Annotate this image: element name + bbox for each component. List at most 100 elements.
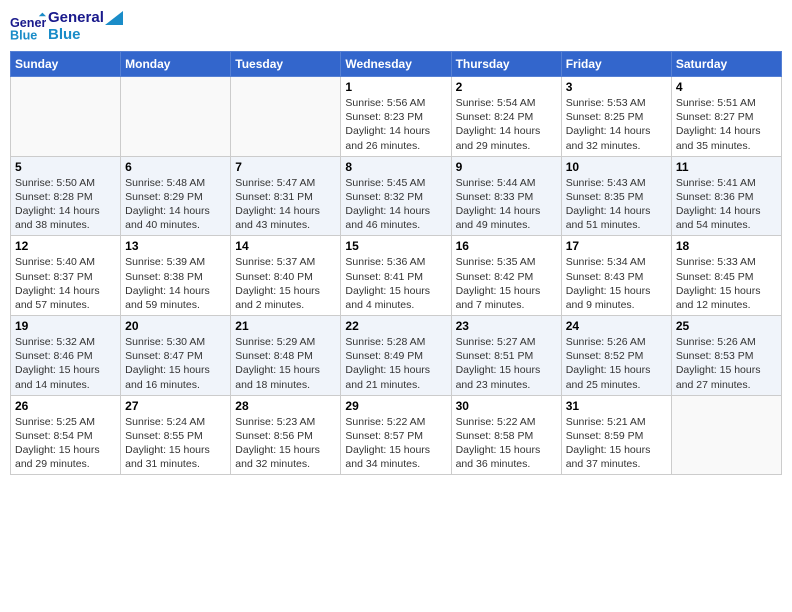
day-number: 7 <box>235 160 336 174</box>
calendar-cell: 29 Sunrise: 5:22 AMSunset: 8:57 PMDayligh… <box>341 395 451 475</box>
calendar-header-tuesday: Tuesday <box>231 52 341 77</box>
day-number: 30 <box>456 399 557 413</box>
calendar-table: SundayMondayTuesdayWednesdayThursdayFrid… <box>10 51 782 475</box>
calendar-cell: 18 Sunrise: 5:33 AMSunset: 8:45 PMDayligh… <box>671 236 781 316</box>
calendar-cell: 20Sunrise: 5:30 AMSunset: 8:47 PMDayligh… <box>121 316 231 396</box>
day-number: 18 <box>676 239 777 253</box>
day-info: Sunrise: 5:48 AMSunset: 8:29 PMDaylight:… <box>125 176 226 233</box>
calendar-cell: 22 Sunrise: 5:28 AMSunset: 8:49 PMDayligh… <box>341 316 451 396</box>
calendar-cell: 23 Sunrise: 5:27 AMSunset: 8:51 PMDayligh… <box>451 316 561 396</box>
day-number: 12 <box>15 239 116 253</box>
calendar-cell: 31 Sunrise: 5:21 AMSunset: 8:59 PMDayligh… <box>561 395 671 475</box>
logo-blue: Blue <box>48 27 123 44</box>
calendar-header-sunday: Sunday <box>11 52 121 77</box>
day-number: 19 <box>15 319 116 333</box>
day-info: Sunrise: 5:21 AMSunset: 8:59 PMDaylight:… <box>566 415 667 472</box>
day-number: 27 <box>125 399 226 413</box>
calendar-cell: 21Sunrise: 5:29 AMSunset: 8:48 PMDayligh… <box>231 316 341 396</box>
day-number: 26 <box>15 399 116 413</box>
logo-icon: General Blue <box>10 12 46 42</box>
day-info: Sunrise: 5:39 AMSunset: 8:38 PMDaylight:… <box>125 255 226 312</box>
calendar-header-saturday: Saturday <box>671 52 781 77</box>
day-info: Sunrise: 5:43 AMSunset: 8:35 PMDaylight:… <box>566 176 667 233</box>
calendar-week-row: 12 Sunrise: 5:40 AMSunset: 8:37 PMDayligh… <box>11 236 782 316</box>
day-info: Sunrise: 5:23 AMSunset: 8:56 PMDaylight:… <box>235 415 336 472</box>
calendar-cell: 24 Sunrise: 5:26 AMSunset: 8:52 PMDayligh… <box>561 316 671 396</box>
day-number: 11 <box>676 160 777 174</box>
calendar-cell: 17 Sunrise: 5:34 AMSunset: 8:43 PMDayligh… <box>561 236 671 316</box>
day-number: 2 <box>456 80 557 94</box>
calendar-week-row: 19Sunrise: 5:32 AMSunset: 8:46 PMDayligh… <box>11 316 782 396</box>
day-number: 15 <box>345 239 446 253</box>
day-number: 29 <box>345 399 446 413</box>
calendar-cell: 12 Sunrise: 5:40 AMSunset: 8:37 PMDayligh… <box>11 236 121 316</box>
calendar-cell: 19Sunrise: 5:32 AMSunset: 8:46 PMDayligh… <box>11 316 121 396</box>
calendar-cell: 28 Sunrise: 5:23 AMSunset: 8:56 PMDayligh… <box>231 395 341 475</box>
day-info: Sunrise: 5:51 AMSunset: 8:27 PMDaylight:… <box>676 96 777 153</box>
day-info: Sunrise: 5:36 AMSunset: 8:41 PMDaylight:… <box>345 255 446 312</box>
day-info: Sunrise: 5:56 AMSunset: 8:23 PMDaylight:… <box>345 96 446 153</box>
day-info: Sunrise: 5:45 AMSunset: 8:32 PMDaylight:… <box>345 176 446 233</box>
day-number: 9 <box>456 160 557 174</box>
calendar-cell: 7 Sunrise: 5:47 AMSunset: 8:31 PMDaylight… <box>231 156 341 236</box>
calendar-cell: 25 Sunrise: 5:26 AMSunset: 8:53 PMDayligh… <box>671 316 781 396</box>
calendar-cell: 6 Sunrise: 5:48 AMSunset: 8:29 PMDaylight… <box>121 156 231 236</box>
calendar-cell: 11 Sunrise: 5:41 AMSunset: 8:36 PMDayligh… <box>671 156 781 236</box>
day-info: Sunrise: 5:26 AMSunset: 8:52 PMDaylight:… <box>566 335 667 392</box>
calendar-cell: 15 Sunrise: 5:36 AMSunset: 8:41 PMDayligh… <box>341 236 451 316</box>
calendar-header-thursday: Thursday <box>451 52 561 77</box>
day-info: Sunrise: 5:28 AMSunset: 8:49 PMDaylight:… <box>345 335 446 392</box>
day-info: Sunrise: 5:33 AMSunset: 8:45 PMDaylight:… <box>676 255 777 312</box>
calendar-week-row: 1Sunrise: 5:56 AMSunset: 8:23 PMDaylight… <box>11 77 782 157</box>
calendar-cell: 5 Sunrise: 5:50 AMSunset: 8:28 PMDaylight… <box>11 156 121 236</box>
day-info: Sunrise: 5:22 AMSunset: 8:58 PMDaylight:… <box>456 415 557 472</box>
day-info: Sunrise: 5:53 AMSunset: 8:25 PMDaylight:… <box>566 96 667 153</box>
calendar-cell: 8 Sunrise: 5:45 AMSunset: 8:32 PMDaylight… <box>341 156 451 236</box>
day-number: 17 <box>566 239 667 253</box>
day-info: Sunrise: 5:35 AMSunset: 8:42 PMDaylight:… <box>456 255 557 312</box>
calendar-cell: 1Sunrise: 5:56 AMSunset: 8:23 PMDaylight… <box>341 77 451 157</box>
day-number: 16 <box>456 239 557 253</box>
calendar-cell: 26 Sunrise: 5:25 AMSunset: 8:54 PMDayligh… <box>11 395 121 475</box>
day-info: Sunrise: 5:37 AMSunset: 8:40 PMDaylight:… <box>235 255 336 312</box>
day-number: 21 <box>235 319 336 333</box>
day-info: Sunrise: 5:27 AMSunset: 8:51 PMDaylight:… <box>456 335 557 392</box>
day-info: Sunrise: 5:34 AMSunset: 8:43 PMDaylight:… <box>566 255 667 312</box>
day-number: 22 <box>345 319 446 333</box>
calendar-header-wednesday: Wednesday <box>341 52 451 77</box>
day-number: 13 <box>125 239 226 253</box>
page-header: General Blue General Blue <box>10 10 782 43</box>
day-info: Sunrise: 5:50 AMSunset: 8:28 PMDaylight:… <box>15 176 116 233</box>
day-info: Sunrise: 5:30 AMSunset: 8:47 PMDaylight:… <box>125 335 226 392</box>
day-number: 4 <box>676 80 777 94</box>
day-number: 28 <box>235 399 336 413</box>
day-number: 8 <box>345 160 446 174</box>
calendar-cell: 16 Sunrise: 5:35 AMSunset: 8:42 PMDayligh… <box>451 236 561 316</box>
calendar-cell <box>11 77 121 157</box>
day-number: 5 <box>15 160 116 174</box>
day-info: Sunrise: 5:25 AMSunset: 8:54 PMDaylight:… <box>15 415 116 472</box>
calendar-cell <box>121 77 231 157</box>
day-number: 25 <box>676 319 777 333</box>
day-number: 6 <box>125 160 226 174</box>
day-info: Sunrise: 5:41 AMSunset: 8:36 PMDaylight:… <box>676 176 777 233</box>
calendar-cell: 10Sunrise: 5:43 AMSunset: 8:35 PMDayligh… <box>561 156 671 236</box>
day-info: Sunrise: 5:22 AMSunset: 8:57 PMDaylight:… <box>345 415 446 472</box>
day-info: Sunrise: 5:26 AMSunset: 8:53 PMDaylight:… <box>676 335 777 392</box>
calendar-cell: 4 Sunrise: 5:51 AMSunset: 8:27 PMDaylight… <box>671 77 781 157</box>
day-number: 23 <box>456 319 557 333</box>
calendar-header-row: SundayMondayTuesdayWednesdayThursdayFrid… <box>11 52 782 77</box>
day-info: Sunrise: 5:47 AMSunset: 8:31 PMDaylight:… <box>235 176 336 233</box>
calendar-cell: 27Sunrise: 5:24 AMSunset: 8:55 PMDayligh… <box>121 395 231 475</box>
logo: General Blue General Blue <box>10 10 123 43</box>
svg-text:Blue: Blue <box>10 28 37 41</box>
calendar-week-row: 26 Sunrise: 5:25 AMSunset: 8:54 PMDayligh… <box>11 395 782 475</box>
day-number: 24 <box>566 319 667 333</box>
calendar-week-row: 5 Sunrise: 5:50 AMSunset: 8:28 PMDaylight… <box>11 156 782 236</box>
day-info: Sunrise: 5:40 AMSunset: 8:37 PMDaylight:… <box>15 255 116 312</box>
calendar-cell: 30 Sunrise: 5:22 AMSunset: 8:58 PMDayligh… <box>451 395 561 475</box>
calendar-cell <box>671 395 781 475</box>
calendar-cell: 3Sunrise: 5:53 AMSunset: 8:25 PMDaylight… <box>561 77 671 157</box>
calendar-cell: 2Sunrise: 5:54 AMSunset: 8:24 PMDaylight… <box>451 77 561 157</box>
day-number: 31 <box>566 399 667 413</box>
